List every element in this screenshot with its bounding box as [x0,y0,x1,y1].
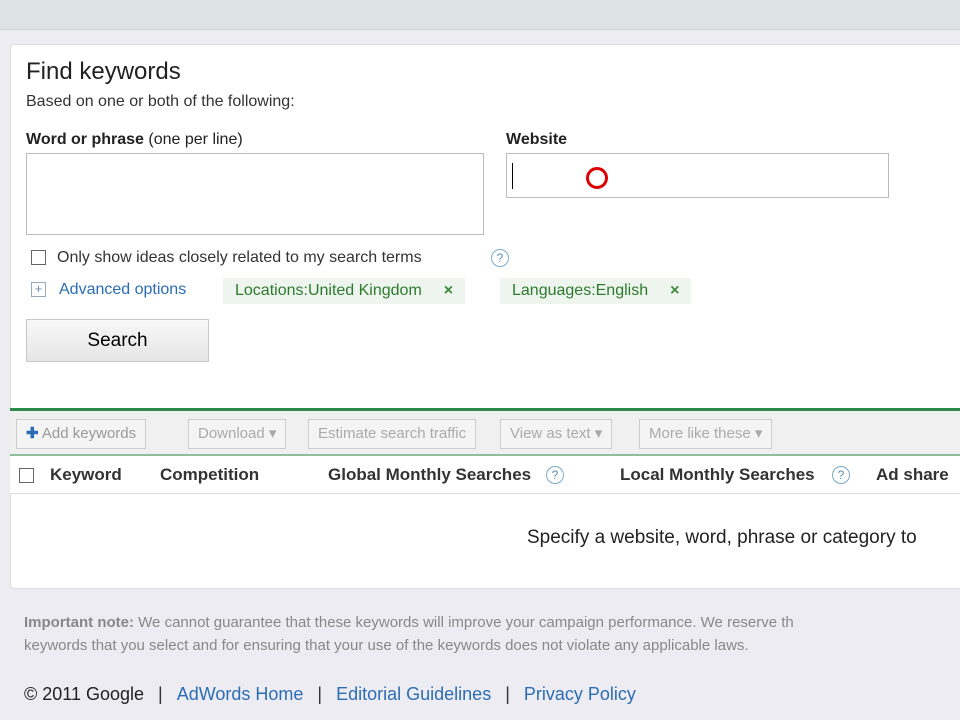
view-as-text-button[interactable]: View as text ▾ [500,419,613,449]
select-all-checkbox[interactable] [19,468,34,483]
word-label-text: Word or phrase [26,131,144,148]
copyright: © 2011 Google [24,684,145,704]
remove-location-icon[interactable]: × [444,278,453,304]
only-related-label: Only show ideas closely related to my se… [57,249,422,266]
plus-icon: ✚ [26,425,39,442]
download-button[interactable]: Download ▾ [188,419,287,449]
word-or-phrase-input[interactable] [26,153,484,235]
important-note: Important note: We cannot guarantee that… [24,611,960,657]
editorial-guidelines-link[interactable]: Editorial Guidelines [336,684,491,705]
advanced-options-link[interactable]: Advanced options [59,281,186,299]
add-keywords-label: Add keywords [41,425,137,442]
location-chip: Locations:United Kingdom × [223,278,466,304]
remove-language-icon[interactable]: × [670,278,679,304]
col-global-searches[interactable]: Global Monthly Searches [328,465,531,485]
separator: | [505,684,510,704]
cursor-highlight-icon [586,167,608,189]
note-bold: Important note: [24,614,134,631]
word-hint: (one per line) [148,131,243,148]
col-local-searches[interactable]: Local Monthly Searches [620,465,815,485]
text-cursor [512,163,513,189]
top-bar [0,0,960,30]
only-related-checkbox[interactable] [31,250,46,265]
results-header: Keyword Competition Global Monthly Searc… [10,456,960,494]
language-chip: Languages:English × [500,278,692,304]
note-line2: keywords that you select and for ensurin… [24,637,749,654]
chip-label: Locations:United Kingdom [235,282,422,299]
footer: © 2011 Google | AdWords Home | Editorial… [24,684,636,705]
add-keywords-button[interactable]: ✚ Add keywords [16,419,147,449]
empty-message: Specify a website, word, phrase or categ… [527,527,917,548]
expand-plus-icon[interactable]: + [31,282,46,297]
find-keywords-panel [10,44,960,589]
privacy-policy-link[interactable]: Privacy Policy [524,684,636,705]
more-like-these-button[interactable]: More like these ▾ [639,419,773,449]
adwords-home-link[interactable]: AdWords Home [177,684,304,705]
chip-label: Languages:English [512,282,649,299]
col-competition[interactable]: Competition [160,465,259,485]
website-input[interactable] [506,153,889,198]
page-title: Find keywords [26,58,181,85]
search-button[interactable]: Search [26,319,209,362]
col-ad-share[interactable]: Ad share [876,465,949,485]
help-icon[interactable]: ? [546,466,564,484]
subtitle: Based on one or both of the following: [26,93,295,110]
estimate-traffic-button[interactable]: Estimate search traffic [308,419,477,449]
results-toolbar: ✚ Add keywords Download ▾ Estimate searc… [10,408,960,456]
help-icon[interactable]: ? [491,249,509,267]
note-line1: We cannot guarantee that these keywords … [134,614,794,631]
separator: | [158,684,163,704]
word-label: Word or phrase (one per line) [26,131,243,149]
help-icon[interactable]: ? [832,466,850,484]
website-label: Website [506,131,568,148]
separator: | [317,684,323,704]
col-keyword[interactable]: Keyword [50,465,122,485]
